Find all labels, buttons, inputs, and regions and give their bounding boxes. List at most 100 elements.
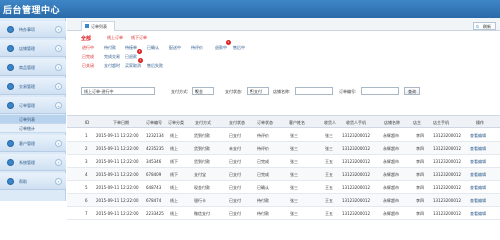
subnav-order-stats[interactable]: 订单统计 xyxy=(0,124,66,133)
edit-action-link[interactable]: 查看编辑 xyxy=(470,172,486,178)
table-cell: 张三 xyxy=(290,185,298,190)
search-button-label: 查询 xyxy=(408,89,416,94)
expand-icon: › xyxy=(55,178,62,185)
edit-action-link[interactable]: 查看编辑 xyxy=(470,211,486,217)
table-cell: 13123200012 xyxy=(433,198,461,203)
table-cell: 王五 xyxy=(325,159,333,164)
filter-after-sales-failed[interactable]: 售后失败 xyxy=(147,63,163,69)
search-button[interactable]: 查询 xyxy=(404,87,420,95)
tab-bar: 订单列表 ↻ 刷新 xyxy=(67,18,500,31)
filter-group-closed[interactable]: 已关闭 xyxy=(82,63,94,69)
refresh-icon: ↻ xyxy=(476,24,480,29)
filter-pending-review[interactable]: 待评价 xyxy=(191,45,203,51)
table-row[interactable]: 6 2015-09-11 12:22:00 678474 线上 银行卡 已支付 待付款 张三 王… xyxy=(67,194,500,207)
trade-icon xyxy=(7,83,14,90)
pay-status-select[interactable]: 已支付 ▼ xyxy=(247,87,269,95)
table-cell: 永辉超市 xyxy=(383,211,399,216)
nav-label: 交易管理 xyxy=(19,84,35,89)
table-cell: 永辉超市 xyxy=(383,133,399,138)
filter-confirmed[interactable]: 已确认 xyxy=(147,45,159,51)
table-cell: 2015-09-11 12:22:00 xyxy=(96,198,139,203)
filter-deal-completed[interactable]: 完成交易 xyxy=(104,54,120,60)
edit-action-link[interactable]: 查看编辑 xyxy=(470,185,486,191)
table-cell: 13123200012 xyxy=(342,133,370,138)
filter-after-sales[interactable]: 售后中 xyxy=(233,45,245,51)
nav-shop[interactable]: 店铺管理 › xyxy=(0,40,66,57)
table-cell: 13123200012 xyxy=(433,211,461,216)
nav-label: 店铺管理 xyxy=(19,46,35,51)
filter-payment-timeout[interactable]: 支付超时 xyxy=(104,63,120,69)
tab-order-list[interactable]: 订单列表 xyxy=(81,21,115,31)
order-no-label: 订单编号: xyxy=(339,89,357,94)
table-cell: 已支付 xyxy=(229,211,241,216)
filter-group-completed[interactable]: 已完成 xyxy=(82,54,94,60)
nav-label: 客户管理 xyxy=(19,141,35,146)
table-row[interactable]: 3 2015-09-11 12:22:00 345346 线下 货到付款 已支付 已完成 张三… xyxy=(67,155,500,168)
shop-name-input[interactable] xyxy=(295,87,333,95)
table-cell: 已支付 xyxy=(229,185,241,190)
order-no-input[interactable] xyxy=(361,87,399,95)
customers-icon xyxy=(7,140,14,147)
nav-trade[interactable]: 交易管理 › xyxy=(0,78,66,95)
filter-buyer-cancelled[interactable]: 买家取消 xyxy=(125,63,141,69)
table-cell: 货到付款 xyxy=(194,159,210,164)
table-cell: 13123200012 xyxy=(433,172,461,177)
table-row[interactable]: 2 2015-09-11 12:22:00 4235235 线上 货到付款 未支付 待评价 张… xyxy=(67,142,500,155)
table-cell: 永辉超市 xyxy=(383,172,399,177)
table-cell: 永辉超市 xyxy=(383,159,399,164)
table-cell: 王五 xyxy=(325,198,333,203)
filter-offline-orders[interactable]: 线下订单 xyxy=(131,35,147,41)
pay-method-select[interactable]: 现金 ▼ xyxy=(192,87,214,95)
sidebar: 待办事项 › 店铺管理 › 商品管理 › 交易管理 › 订单管理 ⌄ 订单列表 … xyxy=(0,18,66,201)
edit-action-link[interactable]: 查看编辑 xyxy=(470,133,486,139)
count-badge: 1 xyxy=(138,58,143,63)
filter-all[interactable]: 全部 xyxy=(81,35,91,42)
table-cell: 1 xyxy=(85,133,88,138)
table-cell: 4235235 xyxy=(146,146,164,151)
subnav-order-list[interactable]: 订单列表 xyxy=(0,115,66,124)
column-header: 客户姓名 xyxy=(289,120,305,125)
table-cell: 13123200012 xyxy=(342,185,370,190)
table-cell: 2015-09-11 12:22:00 xyxy=(96,159,139,164)
table-header: ID 下单日期 订单编号 订单分类 支付方式 支付状态 订单状态 客户姓名 收货… xyxy=(67,115,500,128)
table-cell: 13123200012 xyxy=(342,146,370,151)
edit-action-link[interactable]: 查看编辑 xyxy=(470,146,486,152)
nav-label: 订单管理 xyxy=(19,103,35,108)
nav-todo[interactable]: 待办事项 › xyxy=(0,21,66,38)
column-header: 订单分类 xyxy=(168,120,184,125)
table-row[interactable]: 7 2015-09-11 12:22:00 2233425 线上 微信支付 已支付 待付款 张… xyxy=(67,207,500,220)
edit-action-link[interactable]: 查看编辑 xyxy=(470,159,486,165)
table-cell: 张三 xyxy=(290,198,298,203)
table-cell: 2015-09-11 12:22:00 xyxy=(96,185,139,190)
table-row[interactable]: 5 2015-09-11 12:22:00 648743 线上 现金付款 已支付 已确认 张三… xyxy=(67,181,500,194)
nav-orders[interactable]: 订单管理 ⌄ xyxy=(0,97,66,114)
table-row[interactable]: 1 2015-09-11 12:22:00 1232134 线上 货到付款 已支付 待评价 张… xyxy=(67,129,500,142)
expand-icon: › xyxy=(55,64,62,71)
nav-system[interactable]: 系统管理 › xyxy=(0,154,66,171)
nav-customers[interactable]: 客户管理 › xyxy=(0,135,66,152)
filter-pending-payment[interactable]: 待付款 xyxy=(104,45,116,51)
order-type-field[interactable]: 线上订单-进行中 xyxy=(81,87,155,95)
table-cell: 2 xyxy=(85,146,88,151)
filter-delivering[interactable]: 配送中 xyxy=(169,45,181,51)
table-cell: 张三 xyxy=(290,133,298,138)
edit-action-link[interactable]: 查看编辑 xyxy=(470,198,486,204)
table-cell: 张三 xyxy=(325,146,333,151)
filter-group-inprogress[interactable]: 进行中 xyxy=(82,45,94,51)
table-cell: 李四 xyxy=(416,198,424,203)
refresh-button[interactable]: ↻ 刷新 xyxy=(473,22,496,30)
subnav-label: 订单统计 xyxy=(19,126,35,131)
nav-goods[interactable]: 商品管理 › xyxy=(0,59,66,76)
table-cell: 李四 xyxy=(416,159,424,164)
filter-refunded[interactable]: 已退款 xyxy=(125,54,137,60)
table-cell: 已完成 xyxy=(257,159,269,164)
nav-help[interactable]: 帮助 › xyxy=(0,173,66,190)
filter-refunding[interactable]: 退款中 xyxy=(215,45,227,51)
table-row[interactable]: 4 2015-09-11 12:22:00 678409 线下 支付宝 已支付 已完成 张三 王… xyxy=(67,168,500,181)
filter-online-orders[interactable]: 线上订单 xyxy=(107,35,123,41)
top-header: 后台管理中心 xyxy=(0,0,500,18)
table-cell: 张三 xyxy=(325,133,333,138)
table-cell: 待评价 xyxy=(257,133,269,138)
table-cell: 已确认 xyxy=(257,185,269,190)
filter-pending-accept[interactable]: 待接单 xyxy=(125,45,137,51)
